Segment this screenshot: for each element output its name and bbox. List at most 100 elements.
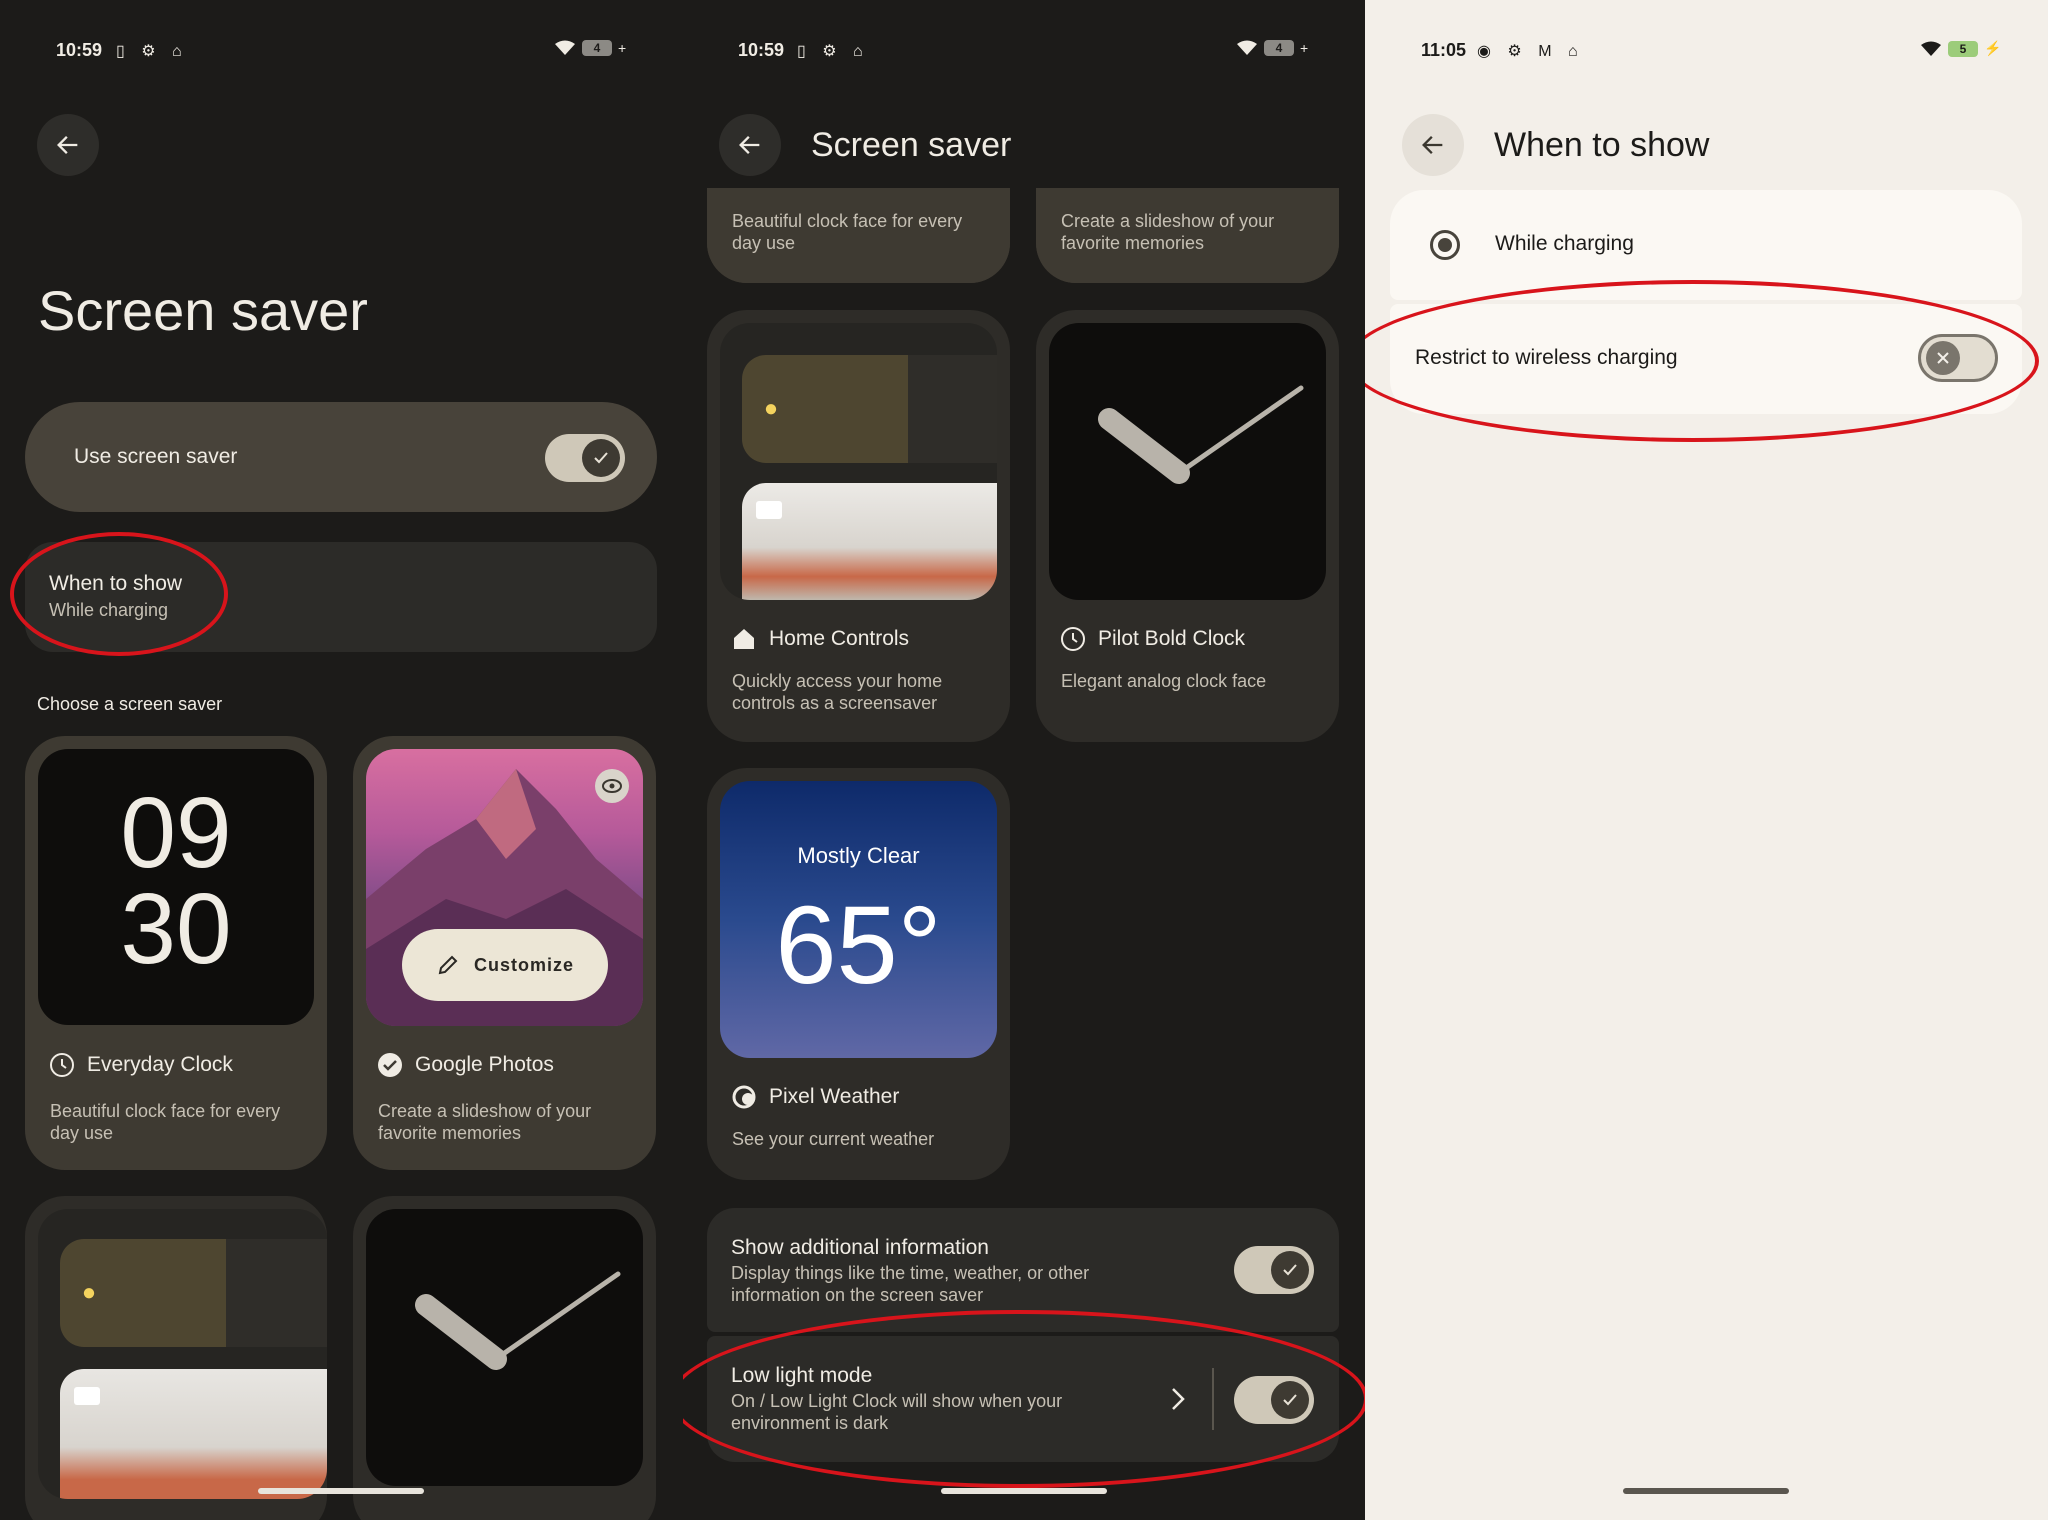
show-additional-info-toggle[interactable] bbox=[1234, 1246, 1314, 1294]
radio-icon[interactable] bbox=[1430, 230, 1460, 260]
panel-screen-saver-scrolled: 10:59 ▯ ⚙ ⌂ 4+ Beautiful clock face for … bbox=[683, 0, 1365, 1520]
light-tile-right bbox=[226, 1239, 327, 1347]
chevron-right-icon[interactable] bbox=[1170, 1386, 1186, 1412]
pixel-weather-desc: See your current weather bbox=[732, 1129, 935, 1149]
pilot-clock-preview bbox=[366, 1209, 643, 1486]
show-additional-info-row[interactable]: Show additional information Display thin… bbox=[707, 1208, 1339, 1332]
status-notification-icons-top: ▯ ⚙ ⌂ bbox=[797, 43, 869, 60]
check-icon bbox=[1271, 1251, 1309, 1289]
panel-screen-saver-main: 10:59 ▯ ⚙ ⌂ 4 + Screen saver Use screen s… bbox=[0, 0, 683, 1520]
show-additional-info-title: Show additional information bbox=[731, 1236, 989, 1259]
back-arrow-icon bbox=[1422, 136, 1443, 154]
everyday-clock-title-row: Everyday Clock bbox=[49, 1052, 233, 1078]
status-time: 10:59 bbox=[56, 40, 103, 60]
battery-icon: 4 bbox=[582, 40, 612, 56]
pixel-weather-card[interactable]: Mostly Clear 65° Pixel Weather See your … bbox=[707, 768, 1010, 1180]
wifi-icon bbox=[555, 40, 575, 55]
camera-tile bbox=[742, 483, 997, 600]
page-title: Screen saver bbox=[38, 279, 368, 342]
pixel-weather-title: Pixel Weather bbox=[769, 1085, 900, 1108]
low-light-mode-title: Low light mode bbox=[731, 1364, 873, 1387]
weather-condition: Mostly Clear bbox=[797, 843, 920, 868]
status-right-icons-top: 4 + bbox=[1236, 40, 1308, 56]
when-to-show-row[interactable]: When to show While charging bbox=[25, 542, 657, 652]
lightbulb-icon: ● bbox=[81, 1279, 97, 1306]
use-screen-saver-toggle[interactable] bbox=[545, 434, 625, 482]
choose-screen-saver-label: Choose a screen saver bbox=[37, 694, 223, 714]
back-button[interactable] bbox=[719, 114, 781, 176]
status-time: 11:05 bbox=[1421, 40, 1467, 60]
while-charging-label: While charging bbox=[1495, 232, 1634, 255]
google-photos-preview: Customize bbox=[366, 749, 643, 1026]
clock-digits-hours: 09 bbox=[120, 777, 232, 889]
pixel-weather-preview: Mostly Clear 65° bbox=[720, 781, 997, 1058]
google-photos-title: Google Photos bbox=[415, 1053, 554, 1076]
everyday-clock-desc: Beautiful clock face for every day use bbox=[50, 1101, 281, 1143]
back-button[interactable] bbox=[1402, 114, 1464, 176]
everyday-clock-desc-visible: Beautiful clock face for every day use bbox=[732, 211, 963, 253]
battery-icon: 5 bbox=[1948, 40, 1978, 57]
wifi-icon bbox=[1237, 40, 1257, 55]
restrict-wireless-toggle[interactable] bbox=[1918, 334, 1998, 382]
eye-icon[interactable] bbox=[595, 769, 629, 803]
clock-digits-minutes: 30 bbox=[120, 873, 232, 985]
weather-temp: 65° bbox=[775, 884, 942, 1007]
home-indicator bbox=[258, 1488, 424, 1494]
status-notification-icons: ▯ ⚙ ⌂ bbox=[116, 43, 188, 60]
status-right-icons: 4+ bbox=[554, 40, 626, 56]
pilot-clock-preview bbox=[1049, 323, 1326, 600]
app-bar-bg bbox=[683, 0, 1365, 188]
light-tile: ● bbox=[742, 355, 908, 463]
everyday-clock-preview: 09 30 bbox=[38, 749, 314, 1025]
camera-tile bbox=[60, 1369, 327, 1499]
weather-icon bbox=[732, 1085, 756, 1109]
low-light-mode-toggle[interactable] bbox=[1234, 1376, 1314, 1424]
status-right-icons: 5 ⚡ bbox=[1920, 40, 2001, 57]
clock-icon bbox=[1061, 627, 1085, 651]
home-controls-card[interactable]: ● Home Controls Quickly access your home… bbox=[707, 310, 1010, 742]
lightbulb-icon: ● bbox=[763, 395, 779, 422]
camera-icon bbox=[756, 501, 782, 519]
back-button[interactable] bbox=[37, 114, 99, 176]
low-light-mode-desc: On / Low Light Clock will show when your… bbox=[731, 1391, 1063, 1433]
when-to-show-title: When to show bbox=[49, 572, 183, 595]
battery-icon: 4 bbox=[1264, 40, 1294, 56]
page-title: Screen saver bbox=[811, 126, 1012, 164]
home-indicator bbox=[941, 1488, 1107, 1494]
home-controls-preview: ● bbox=[720, 323, 997, 600]
everyday-clock-card[interactable]: 09 30 Everyday Clock Beautiful clock fac… bbox=[25, 736, 327, 1170]
home-icon bbox=[734, 629, 754, 649]
pilot-clock-card[interactable]: Pilot Bold Clock Elegant analog clock fa… bbox=[1036, 310, 1339, 742]
use-screen-saver-row[interactable]: Use screen saver bbox=[25, 402, 657, 512]
google-photos-card[interactable]: Customize Google Photos Create a slidesh… bbox=[353, 736, 656, 1170]
pencil-icon bbox=[438, 955, 458, 975]
analog-clock-hands bbox=[415, 1271, 621, 1370]
google-photos-card-visible[interactable]: Create a slideshow of your favorite memo… bbox=[1036, 188, 1339, 283]
show-additional-info-desc: Display things like the time, weather, o… bbox=[731, 1263, 1090, 1305]
home-controls-title: Home Controls bbox=[769, 627, 910, 650]
restrict-wireless-label: Restrict to wireless charging bbox=[1415, 346, 1678, 369]
customize-button[interactable]: Customize bbox=[402, 929, 608, 1001]
restrict-wireless-row[interactable]: Restrict to wireless charging bbox=[1390, 304, 2022, 414]
google-photos-title-row: Google Photos bbox=[377, 1052, 554, 1078]
close-icon bbox=[1926, 341, 1960, 375]
google-photos-desc-visible: Create a slideshow of your favorite memo… bbox=[1061, 211, 1275, 253]
when-to-show-value: While charging bbox=[49, 600, 169, 620]
customize-label: Customize bbox=[473, 954, 574, 975]
home-controls-desc: Quickly access your home controls as a s… bbox=[732, 671, 943, 713]
google-photos-desc: Create a slideshow of your favorite memo… bbox=[378, 1101, 592, 1143]
home-controls-title-row: Home Controls bbox=[731, 626, 909, 652]
clock-icon bbox=[50, 1053, 74, 1077]
analog-clock-hands bbox=[1098, 385, 1304, 484]
divider bbox=[1212, 1368, 1214, 1430]
panel-when-to-show: 11:05 ◉ ⚙ M ⌂ 5 ⚡ When to show While char… bbox=[1365, 0, 2048, 1520]
home-controls-card-partial[interactable]: ● bbox=[25, 1196, 327, 1520]
check-icon bbox=[1271, 1381, 1309, 1419]
while-charging-option[interactable]: While charging bbox=[1390, 190, 2022, 300]
checkcircle-icon bbox=[378, 1053, 402, 1077]
camera-icon bbox=[74, 1387, 100, 1405]
pilot-clock-card-partial[interactable] bbox=[353, 1196, 656, 1520]
everyday-clock-card-visible[interactable]: Beautiful clock face for every day use bbox=[707, 188, 1010, 283]
home-indicator bbox=[1623, 1488, 1789, 1494]
low-light-mode-row[interactable]: Low light mode On / Low Light Clock will… bbox=[707, 1336, 1339, 1462]
